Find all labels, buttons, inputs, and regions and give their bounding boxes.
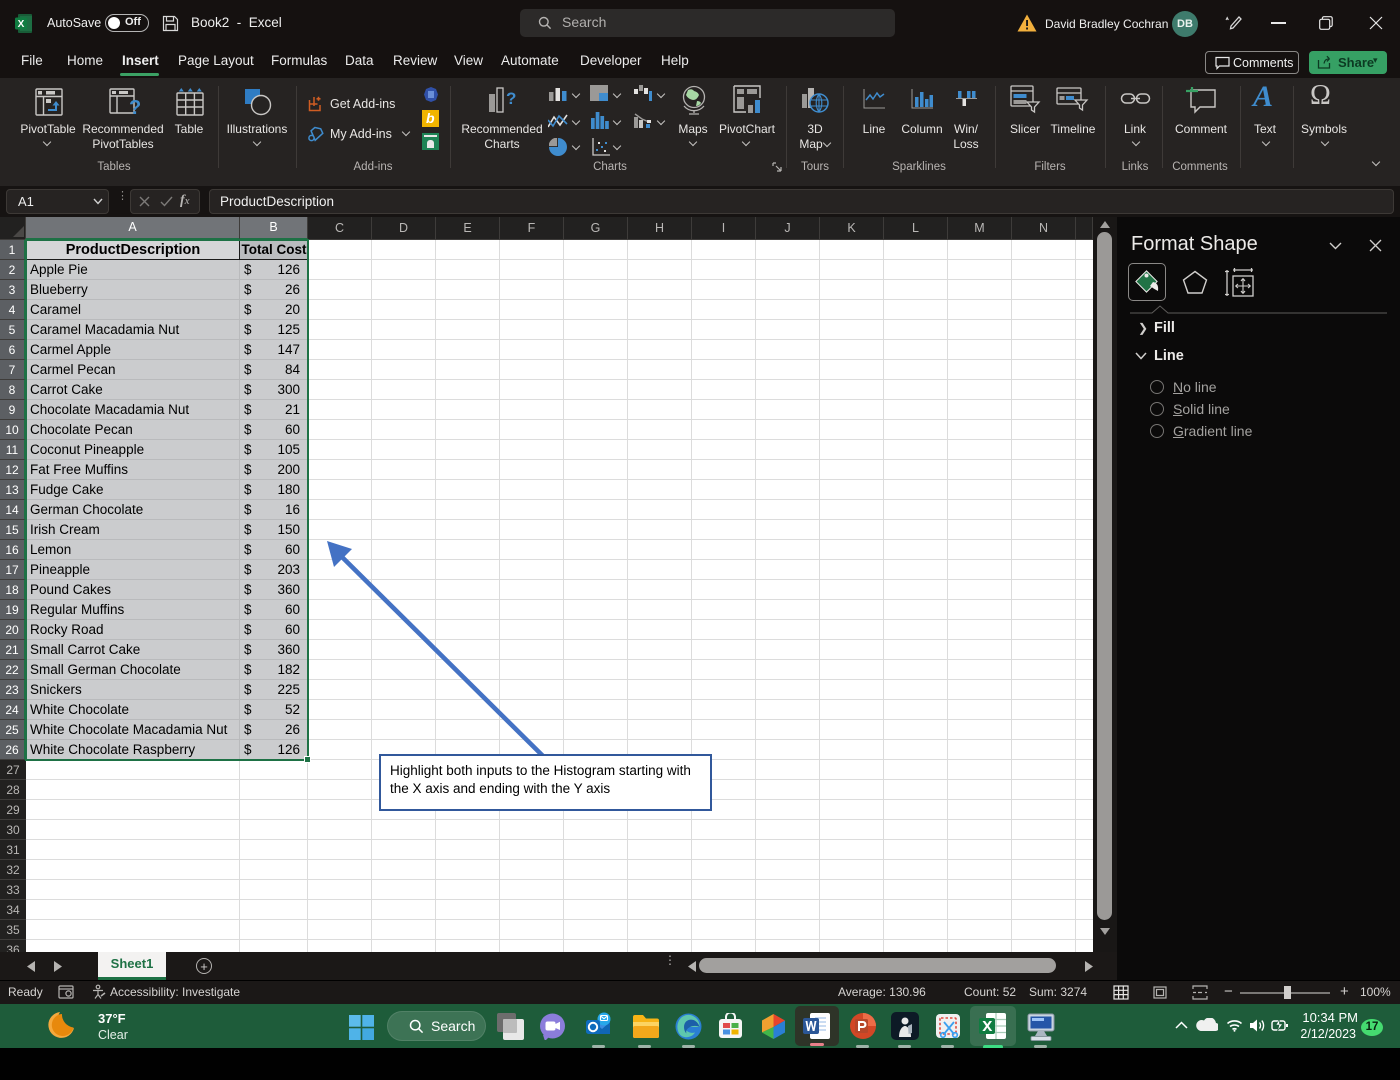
svg-text:?: ? <box>506 89 516 108</box>
svg-text:X: X <box>18 19 25 30</box>
svg-text:?: ? <box>129 97 140 117</box>
